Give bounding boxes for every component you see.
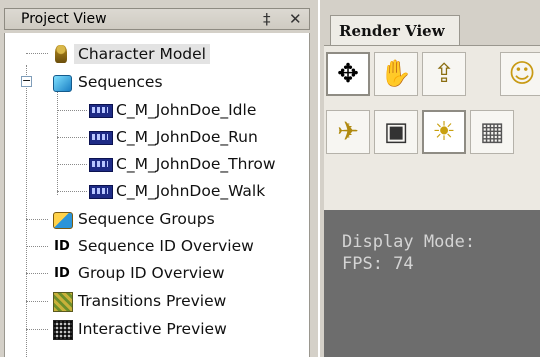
tree-connector [57,137,87,138]
character-select-icon: ☺ [508,59,536,89]
tree-item-transitions-preview[interactable]: Transitions Preview [51,288,226,314]
film-icon [89,154,113,174]
project-view-title: Project View [21,11,107,27]
floor-grid-button[interactable]: ▦ [470,110,514,154]
tree-connector [26,65,27,357]
spotlight-button[interactable]: ☀ [422,110,466,154]
hand-tool-button[interactable]: ✋ [374,52,418,96]
up-arrow-grid-icon: ⇪ [433,59,455,89]
project-view-titlebar: Project View ‡ ✕ [4,8,310,30]
film-icon [89,127,113,147]
tree-connector [57,89,58,195]
wireframe-cube-button[interactable]: ▣ [374,110,418,154]
tree-item-label: Sequence ID Overview [78,237,254,255]
walk-tool-button[interactable]: ✈ [326,110,370,154]
tree-item-group-id-overview[interactable]: ID Group ID Overview [51,260,225,286]
id-icon: ID [54,238,70,254]
cube-icon [51,72,73,92]
tree-connector [26,329,48,330]
tree-item-sequences[interactable]: Sequences [51,69,163,95]
move-icon: ✥ [337,59,359,89]
display-mode-readout: Display Mode: [342,232,476,252]
pin-icon[interactable]: ‡ [263,10,271,28]
tree-connector [26,53,48,54]
tree-connector [26,246,48,247]
interactive-icon [51,319,73,340]
walk-icon: ✈ [337,117,359,147]
up-arrow-grid-button[interactable]: ⇪ [422,52,466,96]
tree-connector [57,110,87,111]
sequence-group-icon [51,209,73,229]
tree-item-label: Sequences [78,73,163,91]
tree-item-sequence-id-overview[interactable]: ID Sequence ID Overview [51,233,254,259]
tree-connector [57,164,87,165]
character-icon [51,44,73,64]
render-view-panel: Render View ✥ ✋ ⇪ ☺ ✈ ▣ ☀ ▦ Display Mode… [318,0,540,357]
tree-connector [26,301,48,302]
transitions-icon [51,291,73,312]
tree-item-label: Group ID Overview [78,264,225,282]
close-icon[interactable]: ✕ [289,10,302,28]
tree-item-sequence[interactable]: C_M_JohnDoe_Run [89,124,258,150]
film-icon [89,100,113,120]
render-toolbar: ✥ ✋ ⇪ ☺ ✈ ▣ ☀ ▦ [324,45,540,210]
move-tool-button[interactable]: ✥ [326,52,370,96]
tree-item-interactive-preview[interactable]: Interactive Preview [51,316,227,342]
tree-item-label: C_M_JohnDoe_Walk [116,182,266,200]
tree-connector [26,273,48,274]
tree-connector [57,191,87,192]
tree-item-sequence-groups[interactable]: Sequence Groups [51,206,215,232]
project-tree: − Character Model Sequences C_M_JohnDoe_… [4,33,310,357]
tree-item-label: Character Model [74,44,210,64]
tree-item-label: Transitions Preview [78,292,227,310]
project-view-panel: Project View ‡ ✕ − Character Model Seque… [0,0,314,357]
tab-render-view[interactable]: Render View [330,15,460,45]
tree-item-label: C_M_JohnDoe_Run [116,128,258,146]
hand-icon: ✋ [379,59,413,89]
tree-item-sequence[interactable]: C_M_JohnDoe_Walk [89,178,265,204]
tree-item-label: Interactive Preview [78,320,227,338]
tree-item-sequence[interactable]: C_M_JohnDoe_Idle [89,97,256,123]
film-icon [89,181,113,201]
tree-item-label: C_M_JohnDoe_Idle [116,101,257,119]
tree-item-label: C_M_JohnDoe_Throw [116,155,276,173]
character-select-button[interactable]: ☺ [500,52,540,96]
spotlight-icon: ☀ [432,117,456,147]
tree-connector [26,219,48,220]
render-viewport[interactable]: Display Mode: FPS: 74 [324,210,540,357]
tree-item-sequence[interactable]: C_M_JohnDoe_Throw [89,151,276,177]
tree-item-character-model[interactable]: Character Model [51,41,210,67]
wireframe-cube-icon: ▣ [383,117,409,147]
floor-grid-icon: ▦ [479,117,505,147]
fps-readout: FPS: 74 [342,254,414,274]
id-icon: ID [54,265,70,281]
tree-item-label: Sequence Groups [78,210,215,228]
sequences-collapse-toggle[interactable]: − [21,75,32,87]
